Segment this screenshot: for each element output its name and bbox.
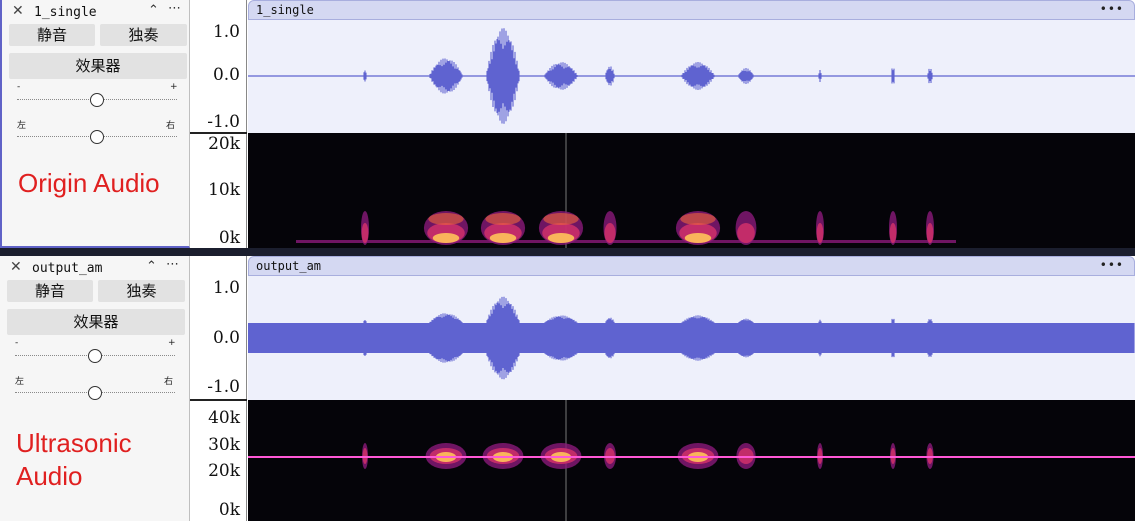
track-name[interactable]: 1_single (34, 5, 97, 20)
track-control-panel: ✕ output_am ⌃ ⋯ 静音 独奏 效果器 - + 左 右 Ultras… (0, 256, 190, 521)
pan-slider-knob[interactable] (88, 386, 102, 400)
audio-clip[interactable]: output_am ••• (248, 256, 1135, 521)
pan-slider[interactable] (15, 383, 175, 403)
clip-header[interactable]: output_am ••• (248, 256, 1135, 276)
spec-label-top: 20k (208, 134, 240, 154)
vertical-ruler: 1.0 0.0 -1.0 20k 10k 0k (190, 0, 247, 248)
ruler-label-mid: 0.0 (212, 328, 240, 348)
spectrogram-svg (296, 133, 956, 248)
clip-title: 1_single (256, 3, 314, 17)
close-icon[interactable]: ✕ (12, 3, 24, 19)
clip-menu-icon[interactable]: ••• (1100, 258, 1124, 272)
track-menu-icon[interactable]: ⋯ (166, 257, 179, 272)
gain-slider[interactable] (17, 90, 177, 110)
spectrogram-energy (543, 213, 579, 225)
ruler-label-top: 1.0 (212, 22, 240, 42)
ruler-divider (190, 399, 247, 401)
track-1: ✕ 1_single ⌃ ⋯ 静音 独奏 效果器 - + 左 右 Origin … (0, 0, 1135, 248)
spectrogram-svg (248, 400, 1135, 521)
spec-label-20k: 20k (208, 461, 240, 481)
pan-slider[interactable] (17, 127, 177, 147)
track-header: ✕ output_am ⌃ ⋯ (8, 257, 186, 277)
spectrogram-energy (737, 223, 755, 243)
waveform-svg (248, 28, 1135, 124)
vertical-ruler: 1.0 0.0 -1.0 40k 30k 20k 0k (190, 256, 247, 521)
audio-clip[interactable]: 1_single ••• (248, 0, 1135, 248)
spectrogram-energy (485, 213, 521, 225)
track-menu-icon[interactable]: ⋯ (168, 1, 181, 16)
spec-label-0k: 0k (218, 500, 240, 520)
ruler-label-bottom: -1.0 (207, 112, 240, 132)
spec-label-30k: 30k (208, 435, 240, 455)
solo-button[interactable]: 独奏 (100, 24, 187, 46)
pan-slider-knob[interactable] (90, 130, 104, 144)
spectrogram-energy (489, 233, 517, 243)
spectrogram-energy (684, 233, 712, 243)
spectrogram-energy (889, 223, 897, 243)
solo-button[interactable]: 独奏 (98, 280, 185, 302)
track-control-panel: ✕ 1_single ⌃ ⋯ 静音 独奏 效果器 - + 左 右 Origin … (0, 0, 190, 248)
spectrogram-energy (926, 223, 934, 243)
waveform-svg (248, 296, 1135, 380)
ruler-label-mid: 0.0 (212, 65, 240, 85)
spectrogram-energy (680, 213, 716, 225)
spectrogram-floor (296, 240, 956, 243)
clip-title: output_am (256, 259, 322, 273)
spec-label-mid: 10k (208, 180, 240, 200)
effects-button[interactable]: 效果器 (7, 309, 185, 335)
clip-menu-icon[interactable]: ••• (1100, 2, 1124, 16)
collapse-icon[interactable]: ⌃ (148, 3, 159, 18)
mute-button[interactable]: 静音 (7, 280, 93, 302)
spectrogram-energy (428, 213, 464, 225)
spectrogram-energy (816, 223, 824, 243)
spectrogram-energy (361, 223, 369, 243)
clip-header[interactable]: 1_single ••• (248, 0, 1135, 20)
waveform-view[interactable] (248, 20, 1135, 133)
ruler-label-top: 1.0 (212, 278, 240, 298)
spec-label-40k: 40k (208, 408, 240, 428)
gain-slider-knob[interactable] (90, 93, 104, 107)
annotation-label-line-2: Audio (16, 461, 83, 491)
spectrogram-energy (547, 233, 575, 243)
collapse-icon[interactable]: ⌃ (146, 259, 157, 274)
gain-slider[interactable] (15, 346, 175, 366)
mute-button[interactable]: 静音 (9, 24, 95, 46)
annotation-label: Origin Audio (18, 168, 160, 198)
spectrogram-energy (604, 223, 616, 243)
close-icon[interactable]: ✕ (10, 259, 22, 275)
gain-slider-knob[interactable] (88, 349, 102, 363)
spectrogram-view[interactable] (248, 133, 1135, 248)
track-name[interactable]: output_am (32, 261, 102, 276)
waveform-view[interactable] (248, 276, 1135, 400)
waveform-shape (248, 296, 1135, 380)
spec-label-bottom: 0k (218, 228, 240, 248)
track-separator[interactable] (0, 248, 1135, 256)
ruler-label-bottom: -1.0 (207, 377, 240, 397)
spectrogram-energy (432, 233, 460, 243)
track-header: ✕ 1_single ⌃ ⋯ (10, 1, 188, 21)
effects-button[interactable]: 效果器 (9, 53, 187, 79)
track-2: ✕ output_am ⌃ ⋯ 静音 独奏 效果器 - + 左 右 Ultras… (0, 256, 1135, 521)
spectrogram-view[interactable] (248, 400, 1135, 521)
annotation-label-line-1: Ultrasonic (16, 428, 132, 458)
